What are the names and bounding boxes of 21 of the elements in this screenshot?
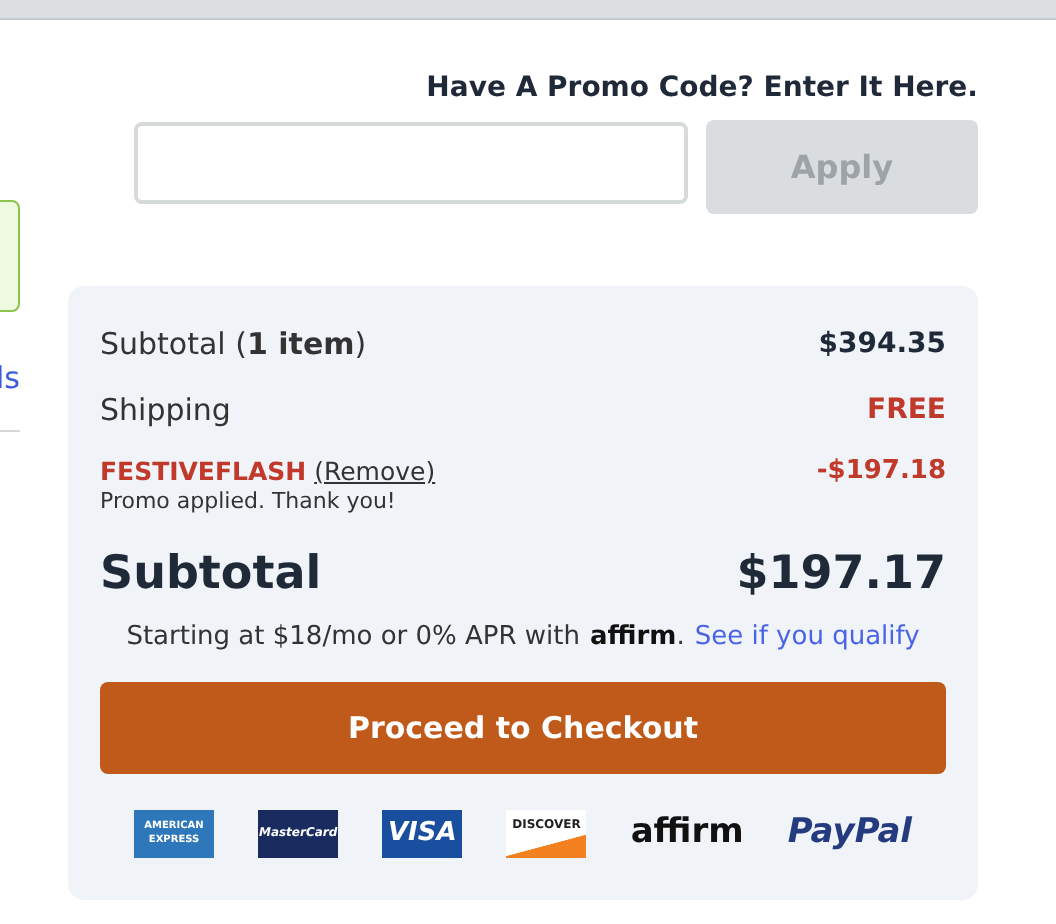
summary-value: FREE xyxy=(867,392,946,430)
period: . xyxy=(676,620,685,657)
visa-logo: VISA xyxy=(382,809,463,858)
qualify-link[interactable]: See if you qualify xyxy=(694,618,920,658)
discount-amount: -$197.18 xyxy=(816,456,946,490)
promo-code-label: FESTIVEFLASH xyxy=(100,456,307,486)
affirm-logo: affirm xyxy=(630,810,744,856)
financing-text: Starting at $18/mo or 0% APR with xyxy=(126,620,580,657)
total-amount: $197.17 xyxy=(736,545,946,604)
promo-code-field[interactable] xyxy=(134,122,688,204)
total-label: Subtotal xyxy=(100,545,322,604)
checkout-button[interactable]: Proceed to Checkout xyxy=(100,682,946,774)
remove-link[interactable]: (Remove) xyxy=(314,456,436,486)
affirm-logo: affirm xyxy=(589,620,677,657)
paypal-logo: PayPal xyxy=(787,810,912,856)
promo-heading: Have A Promo Code? Enter It Here. xyxy=(426,70,978,108)
summary-label: Shipping xyxy=(100,390,231,433)
notice-box xyxy=(0,200,20,312)
summary-label: Subtotal (1 item) xyxy=(100,324,367,367)
promo-applied-note: Promo applied. Thank you! xyxy=(100,488,398,516)
summary-value: $394.35 xyxy=(818,326,946,364)
